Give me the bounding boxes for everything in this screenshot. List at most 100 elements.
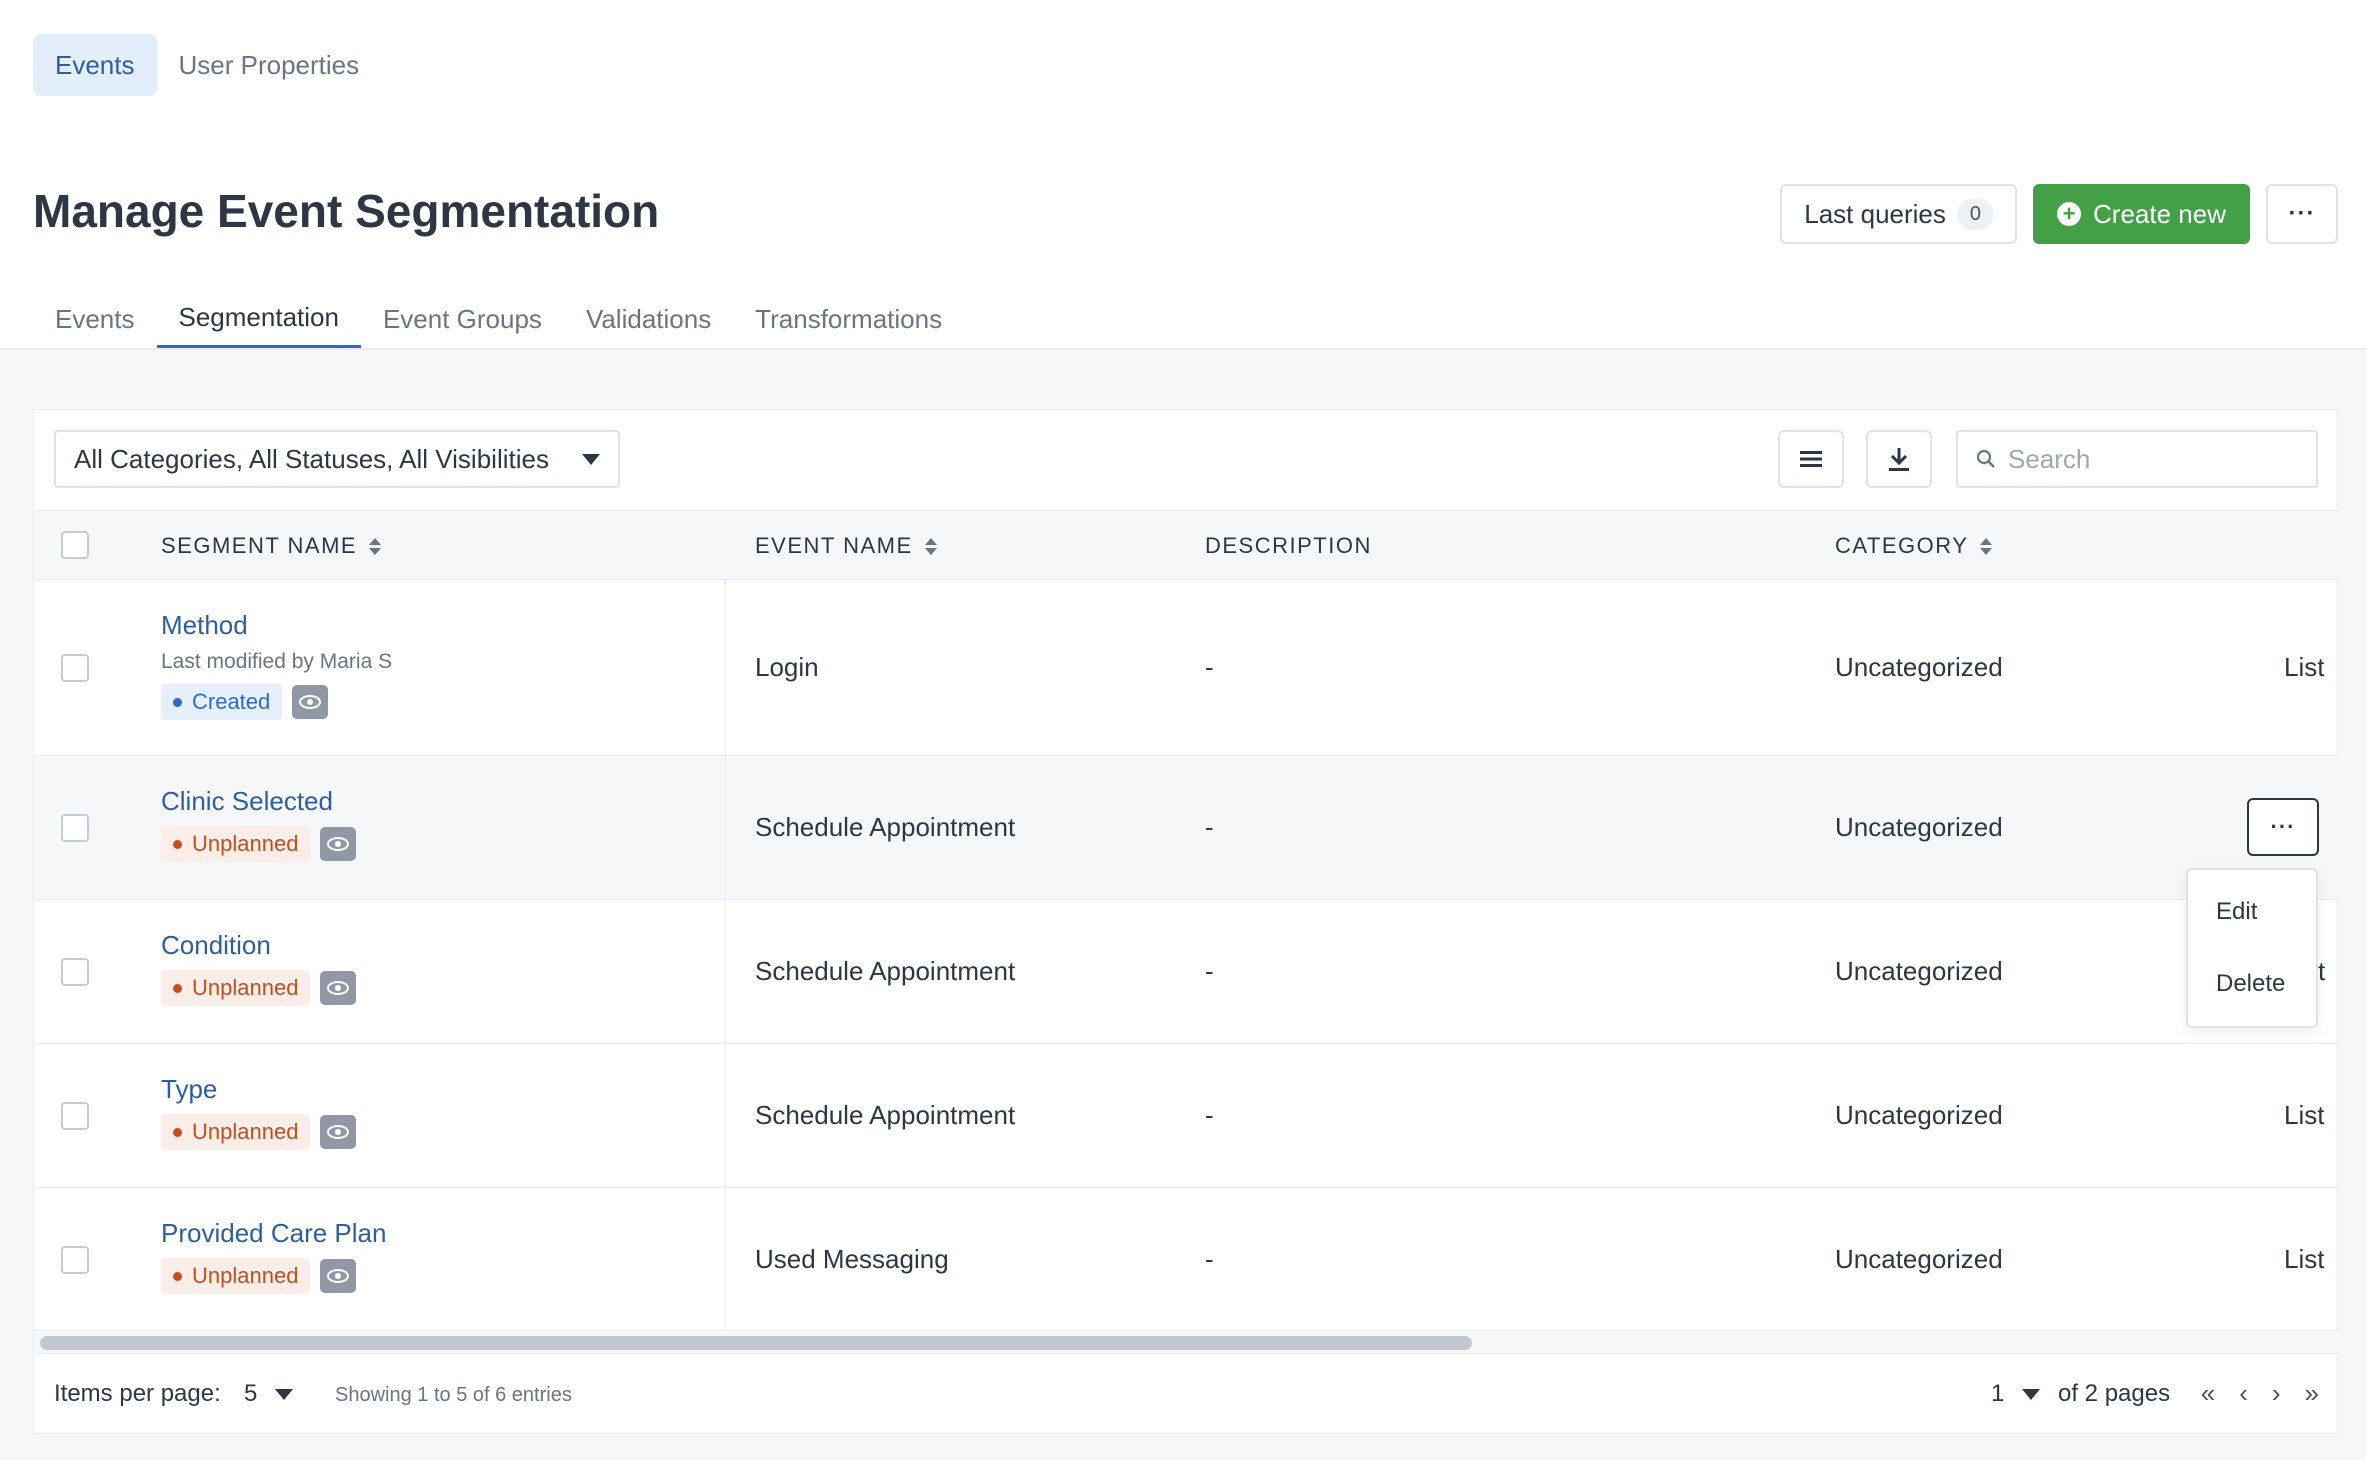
row-checkbox[interactable]: [61, 814, 89, 842]
eye-icon[interactable]: [292, 685, 329, 719]
row-actions-button[interactable]: ···: [2247, 798, 2319, 856]
segment-name-link[interactable]: Method: [161, 610, 248, 641]
status-line: Unplanned: [161, 1258, 357, 1294]
category-cell: Uncategorized: [1835, 1100, 2003, 1130]
first-page-icon[interactable]: «: [2201, 1378, 2215, 1409]
category-cell: Uncategorized: [1835, 1244, 2003, 1274]
scrollbar-thumb[interactable]: [40, 1336, 1472, 1350]
description-cell: -: [1205, 1100, 1214, 1130]
column-header-category[interactable]: CATEGORY: [1835, 511, 1993, 581]
top-tab-events[interactable]: Events: [33, 34, 157, 96]
event-name-cell: Schedule Appointment: [755, 812, 1016, 842]
tab-validations[interactable]: Validations: [564, 290, 733, 348]
table-row[interactable]: Condition Unplanned Schedule Appointment…: [34, 900, 2339, 1044]
caret-down-icon: [2022, 1388, 2041, 1400]
plus-circle-icon: +: [2057, 202, 2082, 226]
tab-segmentation[interactable]: Segmentation: [156, 290, 361, 348]
column-header-label: EVENT NAME: [755, 533, 913, 558]
columns-button[interactable]: [1778, 430, 1844, 488]
last-queries-count: 0: [1957, 198, 1994, 230]
filter-select-value: All Categories, All Statuses, All Visibi…: [74, 443, 549, 474]
pagination-footer: Items per page: 5 Showing 1 to 5 of 6 en…: [34, 1353, 2339, 1435]
status-badge: Unplanned: [161, 1114, 311, 1150]
search-box: [1956, 430, 2318, 488]
description-cell: -: [1205, 812, 1214, 842]
sub-tabs: Events Segmentation Event Groups Validat…: [33, 290, 964, 350]
row-checkbox[interactable]: [61, 654, 89, 682]
segmentation-panel: All Categories, All Statuses, All Visibi…: [33, 409, 2339, 1435]
page-select[interactable]: 1: [1991, 1380, 2041, 1408]
row-checkbox[interactable]: [61, 1102, 89, 1130]
table-row[interactable]: Clinic Selected Unplanned Schedule Appoi…: [34, 756, 2339, 900]
last-page-icon[interactable]: »: [2305, 1378, 2319, 1409]
prev-page-icon[interactable]: ‹: [2239, 1378, 2248, 1409]
tab-event-groups[interactable]: Event Groups: [361, 290, 564, 348]
column-header-segment-name[interactable]: SEGMENT NAME: [161, 511, 382, 581]
column-header-label: CATEGORY: [1835, 533, 1969, 558]
filter-select[interactable]: All Categories, All Statuses, All Visibi…: [54, 430, 620, 488]
segment-name-link[interactable]: Type: [161, 1074, 217, 1105]
event-name-cell: Schedule Appointment: [755, 956, 1016, 986]
items-per-page-select[interactable]: 5: [244, 1380, 294, 1408]
download-icon: [1889, 448, 1909, 471]
column-header-description: DESCRIPTION: [1205, 511, 1372, 581]
description-cell: -: [1205, 956, 1214, 986]
segment-name-link[interactable]: Clinic Selected: [161, 786, 333, 817]
category-cell: Uncategorized: [1835, 812, 2003, 842]
column-divider: [725, 900, 726, 1043]
search-input[interactable]: [2008, 443, 2288, 475]
last-queries-label: Last queries: [1804, 198, 1946, 229]
status-badge: Unplanned: [161, 826, 311, 862]
horizontal-scrollbar[interactable]: [34, 1331, 2339, 1353]
tab-transformations[interactable]: Transformations: [733, 290, 964, 348]
tab-events[interactable]: Events: [33, 290, 157, 348]
menu-item-edit[interactable]: Edit: [2216, 898, 2257, 926]
create-new-button[interactable]: + Create new: [2033, 184, 2250, 244]
download-button[interactable]: [1866, 430, 1932, 488]
table-row[interactable]: Provided Care Plan Unplanned Used Messag…: [34, 1188, 2339, 1331]
status-badge-label: Unplanned: [192, 975, 299, 1000]
status-badge-label: Created: [192, 689, 271, 714]
select-all-checkbox[interactable]: [61, 531, 89, 559]
last-queries-button[interactable]: Last queries 0: [1780, 184, 2018, 244]
row-actions-menu: Edit Delete: [2186, 868, 2318, 1028]
menu-lines-icon: [1800, 451, 1822, 467]
status-line: Unplanned: [161, 970, 357, 1006]
caret-down-icon: [275, 1388, 294, 1400]
table-row[interactable]: Method Last modified by Maria S Created …: [34, 580, 2339, 756]
row-checkbox[interactable]: [61, 1246, 89, 1274]
column-divider: [725, 1044, 726, 1187]
eye-icon[interactable]: [320, 971, 357, 1005]
status-badge: Created: [161, 684, 283, 720]
category-cell: Uncategorized: [1835, 652, 2003, 682]
description-cell: -: [1205, 652, 1214, 682]
eye-icon[interactable]: [320, 1115, 357, 1149]
event-name-cell: Login: [755, 652, 819, 682]
menu-item-delete[interactable]: Delete: [2216, 970, 2285, 998]
segment-name-link[interactable]: Condition: [161, 930, 271, 961]
next-page-icon[interactable]: ›: [2272, 1378, 2281, 1409]
items-per-page-label: Items per page:: [54, 1380, 221, 1407]
create-new-label: Create new: [2093, 198, 2226, 229]
more-options-button[interactable]: ···: [2266, 184, 2338, 244]
pager-arrows: « ‹ › »: [2201, 1378, 2319, 1409]
column-divider: [725, 580, 726, 755]
sort-icon: [369, 537, 382, 555]
last-modified-text: Last modified by Maria S: [161, 650, 393, 673]
event-name-cell: Used Messaging: [755, 1244, 949, 1274]
top-tabs: Events User Properties: [33, 34, 381, 96]
column-header-event-name[interactable]: EVENT NAME: [755, 511, 937, 581]
top-tab-user-properties[interactable]: User Properties: [157, 34, 382, 96]
row-checkbox[interactable]: [61, 958, 89, 986]
column-header-label: SEGMENT NAME: [161, 533, 358, 558]
table-row[interactable]: Type Unplanned Schedule Appointment - Un…: [34, 1044, 2339, 1188]
status-line: Unplanned: [161, 1114, 357, 1150]
ellipsis-icon: ···: [2288, 200, 2316, 227]
trailing-cell: List: [2284, 1244, 2325, 1274]
eye-icon[interactable]: [320, 1259, 357, 1293]
sort-icon: [924, 537, 937, 555]
caret-down-icon: [582, 453, 600, 465]
description-cell: -: [1205, 1244, 1214, 1274]
eye-icon[interactable]: [320, 827, 357, 861]
segment-name-link[interactable]: Provided Care Plan: [161, 1218, 386, 1249]
